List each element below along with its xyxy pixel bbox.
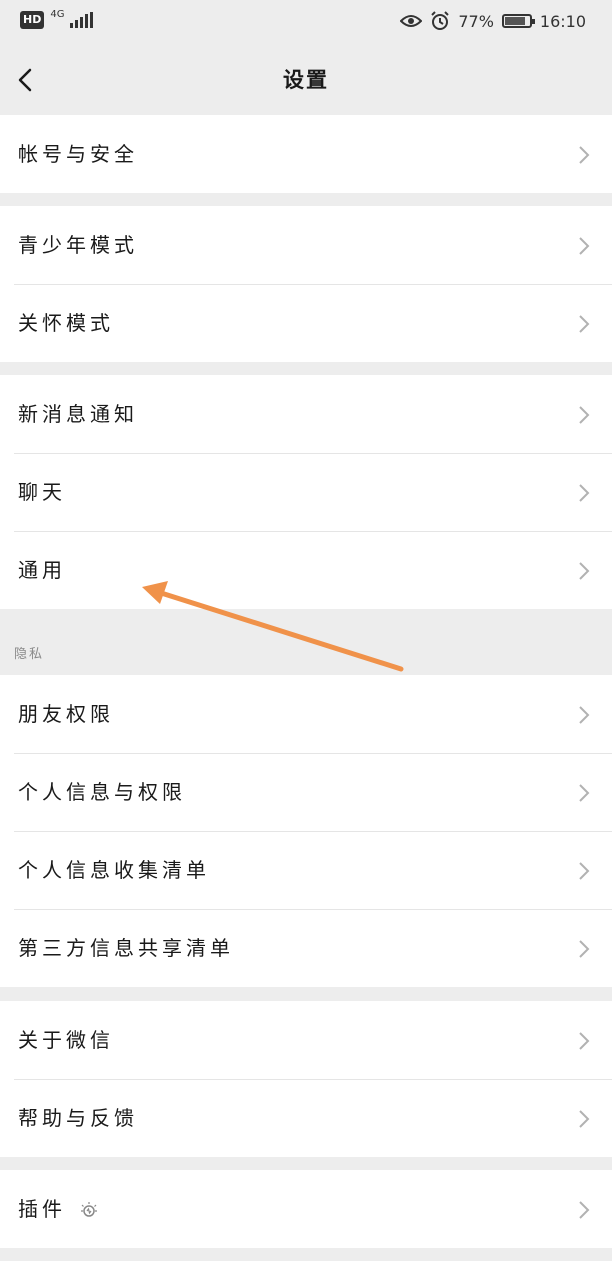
- settings-group-privacy: 朋友权限 个人信息与权限 个人信息收集清单 第三方信息共享清单: [0, 675, 612, 987]
- settings-group-plugins: 插件: [0, 1170, 612, 1248]
- row-label: 青少年模式: [18, 233, 138, 257]
- settings-row-notifications[interactable]: 新消息通知: [0, 375, 612, 453]
- chevron-right-icon: [579, 784, 590, 802]
- settings-row-personal-info-permissions[interactable]: 个人信息与权限: [0, 753, 612, 831]
- row-label: 插件: [18, 1196, 98, 1222]
- row-label: 个人信息收集清单: [18, 858, 210, 882]
- lightbulb-icon: [81, 1201, 98, 1217]
- plugins-label: 插件: [18, 1197, 66, 1221]
- settings-row-info-collection-list[interactable]: 个人信息收集清单: [0, 831, 612, 909]
- row-label: 帐号与安全: [18, 142, 138, 166]
- row-label: 新消息通知: [18, 402, 138, 426]
- settings-row-teen-mode[interactable]: 青少年模式: [0, 206, 612, 284]
- chevron-right-icon: [579, 406, 590, 424]
- chevron-right-icon: [579, 706, 590, 724]
- settings-row-friend-permissions[interactable]: 朋友权限: [0, 675, 612, 753]
- chevron-right-icon: [579, 237, 590, 255]
- hd-badge: HD: [20, 11, 45, 29]
- settings-group-modes: 青少年模式 关怀模式: [0, 206, 612, 362]
- chevron-right-icon: [579, 940, 590, 958]
- page-title: 设置: [283, 68, 329, 92]
- nav-bar: 设置: [0, 46, 612, 114]
- row-label: 朋友权限: [18, 702, 114, 726]
- settings-row-plugins[interactable]: 插件: [0, 1170, 612, 1248]
- chevron-right-icon: [579, 484, 590, 502]
- battery-percent: 77%: [458, 11, 494, 31]
- row-label: 关于微信: [18, 1028, 114, 1052]
- chevron-right-icon: [579, 315, 590, 333]
- settings-group-messages: 新消息通知 聊天 通用: [0, 375, 612, 609]
- settings-row-care-mode[interactable]: 关怀模式: [0, 284, 612, 362]
- status-bar: HD 4G 77% 16:10: [0, 0, 612, 46]
- alarm-icon: [431, 11, 450, 30]
- clock: 16:10: [539, 11, 586, 31]
- settings-group-account: 帐号与安全: [0, 115, 612, 193]
- section-header-privacy: 隐私: [14, 647, 45, 662]
- eye-icon: [400, 15, 423, 27]
- battery-icon: [501, 14, 535, 28]
- settings-row-account-security[interactable]: 帐号与安全: [0, 115, 612, 193]
- chevron-right-icon: [579, 1201, 590, 1219]
- status-left: HD 4G: [20, 9, 94, 29]
- settings-row-about-wechat[interactable]: 关于微信: [0, 1001, 612, 1079]
- status-right: 77% 16:10: [400, 11, 586, 31]
- row-label: 个人信息与权限: [18, 780, 186, 804]
- chevron-right-icon: [579, 562, 590, 580]
- settings-group-about: 关于微信 帮助与反馈: [0, 1001, 612, 1157]
- settings-row-chat[interactable]: 聊天: [0, 453, 612, 531]
- chevron-right-icon: [579, 862, 590, 880]
- chevron-right-icon: [579, 1032, 590, 1050]
- row-label: 第三方信息共享清单: [18, 936, 234, 960]
- settings-row-general[interactable]: 通用: [0, 531, 612, 609]
- network-type: 4G: [50, 9, 65, 20]
- row-label: 通用: [18, 558, 66, 582]
- row-label: 帮助与反馈: [18, 1106, 138, 1130]
- row-label: 聊天: [18, 480, 66, 504]
- chevron-right-icon: [579, 146, 590, 164]
- settings-row-third-party-sharing-list[interactable]: 第三方信息共享清单: [0, 909, 612, 987]
- signal-icon: [70, 12, 94, 28]
- chevron-right-icon: [579, 1110, 590, 1128]
- row-label: 关怀模式: [18, 311, 114, 335]
- settings-row-help-feedback[interactable]: 帮助与反馈: [0, 1079, 612, 1157]
